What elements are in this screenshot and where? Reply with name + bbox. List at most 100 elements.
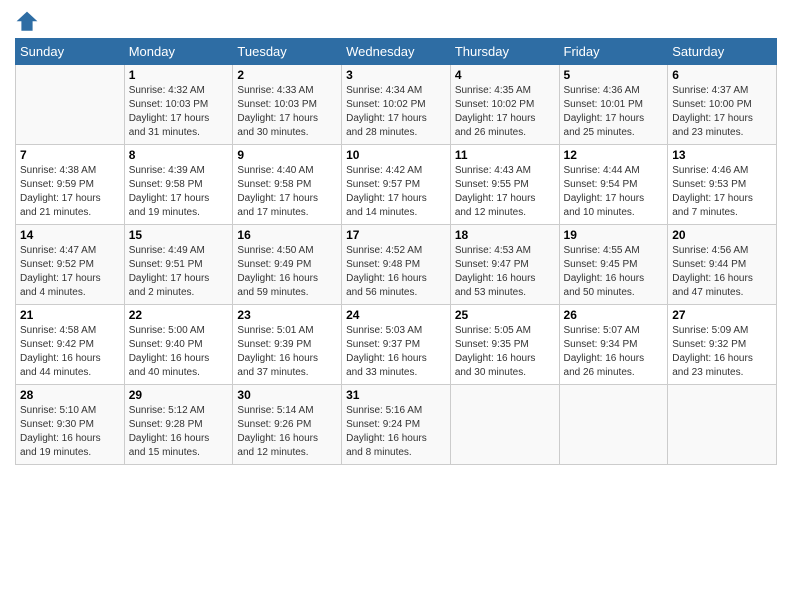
calendar-cell — [16, 65, 125, 145]
calendar-cell: 19 Sunrise: 4:55 AMSunset: 9:45 PMDayligh… — [559, 225, 668, 305]
day-number: 23 — [237, 308, 337, 322]
calendar-cell — [559, 385, 668, 465]
calendar-week-row: 28 Sunrise: 5:10 AMSunset: 9:30 PMDayligh… — [16, 385, 777, 465]
calendar-cell: 15 Sunrise: 4:49 AMSunset: 9:51 PMDayligh… — [124, 225, 233, 305]
page-header — [15, 10, 777, 34]
day-info: Sunrise: 4:40 AMSunset: 9:58 PMDaylight:… — [237, 164, 337, 220]
day-number: 5 — [564, 68, 664, 82]
day-info: Sunrise: 5:16 AMSunset: 9:24 PMDaylight:… — [346, 404, 446, 460]
calendar-cell: 2 Sunrise: 4:33 AMSunset: 10:03 PMDayligh… — [233, 65, 342, 145]
day-number: 27 — [672, 308, 772, 322]
day-of-week-header: Friday — [559, 39, 668, 65]
day-info: Sunrise: 4:35 AMSunset: 10:02 PMDaylight… — [455, 84, 555, 140]
day-number: 4 — [455, 68, 555, 82]
day-number: 22 — [129, 308, 229, 322]
day-info: Sunrise: 4:50 AMSunset: 9:49 PMDaylight:… — [237, 244, 337, 300]
day-info: Sunrise: 4:49 AMSunset: 9:51 PMDaylight:… — [129, 244, 229, 300]
day-info: Sunrise: 4:46 AMSunset: 9:53 PMDaylight:… — [672, 164, 772, 220]
calendar-cell: 9 Sunrise: 4:40 AMSunset: 9:58 PMDaylight… — [233, 145, 342, 225]
calendar-cell: 25 Sunrise: 5:05 AMSunset: 9:35 PMDayligh… — [450, 305, 559, 385]
day-info: Sunrise: 4:33 AMSunset: 10:03 PMDaylight… — [237, 84, 337, 140]
calendar-cell — [450, 385, 559, 465]
calendar-cell: 27 Sunrise: 5:09 AMSunset: 9:32 PMDayligh… — [668, 305, 777, 385]
calendar-cell: 1 Sunrise: 4:32 AMSunset: 10:03 PMDayligh… — [124, 65, 233, 145]
calendar-cell: 6 Sunrise: 4:37 AMSunset: 10:00 PMDayligh… — [668, 65, 777, 145]
day-of-week-header: Wednesday — [342, 39, 451, 65]
day-of-week-header: Sunday — [16, 39, 125, 65]
calendar-week-row: 21 Sunrise: 4:58 AMSunset: 9:42 PMDayligh… — [16, 305, 777, 385]
calendar-table: SundayMondayTuesdayWednesdayThursdayFrid… — [15, 38, 777, 465]
calendar-cell: 26 Sunrise: 5:07 AMSunset: 9:34 PMDayligh… — [559, 305, 668, 385]
day-number: 25 — [455, 308, 555, 322]
calendar-cell: 16 Sunrise: 4:50 AMSunset: 9:49 PMDayligh… — [233, 225, 342, 305]
day-info: Sunrise: 4:36 AMSunset: 10:01 PMDaylight… — [564, 84, 664, 140]
calendar-cell: 14 Sunrise: 4:47 AMSunset: 9:52 PMDayligh… — [16, 225, 125, 305]
calendar-cell: 13 Sunrise: 4:46 AMSunset: 9:53 PMDayligh… — [668, 145, 777, 225]
day-of-week-header: Tuesday — [233, 39, 342, 65]
calendar-cell: 30 Sunrise: 5:14 AMSunset: 9:26 PMDayligh… — [233, 385, 342, 465]
day-info: Sunrise: 4:53 AMSunset: 9:47 PMDaylight:… — [455, 244, 555, 300]
calendar-cell: 11Sunrise: 4:43 AMSunset: 9:55 PMDayligh… — [450, 145, 559, 225]
day-info: Sunrise: 5:07 AMSunset: 9:34 PMDaylight:… — [564, 324, 664, 380]
calendar-cell: 28 Sunrise: 5:10 AMSunset: 9:30 PMDayligh… — [16, 385, 125, 465]
day-number: 18 — [455, 228, 555, 242]
logo-icon — [15, 10, 39, 34]
calendar-week-row: 14 Sunrise: 4:47 AMSunset: 9:52 PMDayligh… — [16, 225, 777, 305]
day-number: 14 — [20, 228, 120, 242]
day-info: Sunrise: 5:09 AMSunset: 9:32 PMDaylight:… — [672, 324, 772, 380]
calendar-cell: 24 Sunrise: 5:03 AMSunset: 9:37 PMDayligh… — [342, 305, 451, 385]
day-info: Sunrise: 4:38 AMSunset: 9:59 PMDaylight:… — [20, 164, 120, 220]
calendar-cell: 31 Sunrise: 5:16 AMSunset: 9:24 PMDayligh… — [342, 385, 451, 465]
day-number: 12 — [564, 148, 664, 162]
day-info: Sunrise: 4:34 AMSunset: 10:02 PMDaylight… — [346, 84, 446, 140]
day-number: 2 — [237, 68, 337, 82]
calendar-cell: 10Sunrise: 4:42 AMSunset: 9:57 PMDayligh… — [342, 145, 451, 225]
calendar-cell: 5 Sunrise: 4:36 AMSunset: 10:01 PMDayligh… — [559, 65, 668, 145]
day-info: Sunrise: 5:01 AMSunset: 9:39 PMDaylight:… — [237, 324, 337, 380]
calendar-cell: 23 Sunrise: 5:01 AMSunset: 9:39 PMDayligh… — [233, 305, 342, 385]
day-number: 17 — [346, 228, 446, 242]
calendar-cell: 22 Sunrise: 5:00 AMSunset: 9:40 PMDayligh… — [124, 305, 233, 385]
day-number: 29 — [129, 388, 229, 402]
day-info: Sunrise: 4:32 AMSunset: 10:03 PMDaylight… — [129, 84, 229, 140]
day-number: 15 — [129, 228, 229, 242]
day-info: Sunrise: 5:03 AMSunset: 9:37 PMDaylight:… — [346, 324, 446, 380]
day-number: 28 — [20, 388, 120, 402]
day-number: 1 — [129, 68, 229, 82]
day-number: 13 — [672, 148, 772, 162]
day-info: Sunrise: 4:58 AMSunset: 9:42 PMDaylight:… — [20, 324, 120, 380]
day-number: 11 — [455, 148, 555, 162]
calendar-cell: 8Sunrise: 4:39 AMSunset: 9:58 PMDaylight… — [124, 145, 233, 225]
calendar-week-row: 7 Sunrise: 4:38 AMSunset: 9:59 PMDaylight… — [16, 145, 777, 225]
day-info: Sunrise: 4:39 AMSunset: 9:58 PMDaylight:… — [129, 164, 229, 220]
day-info: Sunrise: 5:12 AMSunset: 9:28 PMDaylight:… — [129, 404, 229, 460]
day-of-week-header: Thursday — [450, 39, 559, 65]
day-info: Sunrise: 5:05 AMSunset: 9:35 PMDaylight:… — [455, 324, 555, 380]
calendar-cell: 17Sunrise: 4:52 AMSunset: 9:48 PMDayligh… — [342, 225, 451, 305]
day-number: 19 — [564, 228, 664, 242]
calendar-header-row: SundayMondayTuesdayWednesdayThursdayFrid… — [16, 39, 777, 65]
day-number: 31 — [346, 388, 446, 402]
day-info: Sunrise: 4:47 AMSunset: 9:52 PMDaylight:… — [20, 244, 120, 300]
day-number: 6 — [672, 68, 772, 82]
day-number: 7 — [20, 148, 120, 162]
day-info: Sunrise: 5:00 AMSunset: 9:40 PMDaylight:… — [129, 324, 229, 380]
day-info: Sunrise: 4:56 AMSunset: 9:44 PMDaylight:… — [672, 244, 772, 300]
day-number: 21 — [20, 308, 120, 322]
day-number: 26 — [564, 308, 664, 322]
day-info: Sunrise: 4:55 AMSunset: 9:45 PMDaylight:… — [564, 244, 664, 300]
day-info: Sunrise: 4:44 AMSunset: 9:54 PMDaylight:… — [564, 164, 664, 220]
day-info: Sunrise: 4:37 AMSunset: 10:00 PMDaylight… — [672, 84, 772, 140]
day-number: 9 — [237, 148, 337, 162]
day-number: 30 — [237, 388, 337, 402]
day-info: Sunrise: 5:14 AMSunset: 9:26 PMDaylight:… — [237, 404, 337, 460]
day-info: Sunrise: 5:10 AMSunset: 9:30 PMDaylight:… — [20, 404, 120, 460]
day-number: 24 — [346, 308, 446, 322]
calendar-cell: 3 Sunrise: 4:34 AMSunset: 10:02 PMDayligh… — [342, 65, 451, 145]
day-of-week-header: Monday — [124, 39, 233, 65]
calendar-cell: 4 Sunrise: 4:35 AMSunset: 10:02 PMDayligh… — [450, 65, 559, 145]
calendar-cell: 29 Sunrise: 5:12 AMSunset: 9:28 PMDayligh… — [124, 385, 233, 465]
day-number: 16 — [237, 228, 337, 242]
day-number: 3 — [346, 68, 446, 82]
logo — [15, 10, 43, 34]
